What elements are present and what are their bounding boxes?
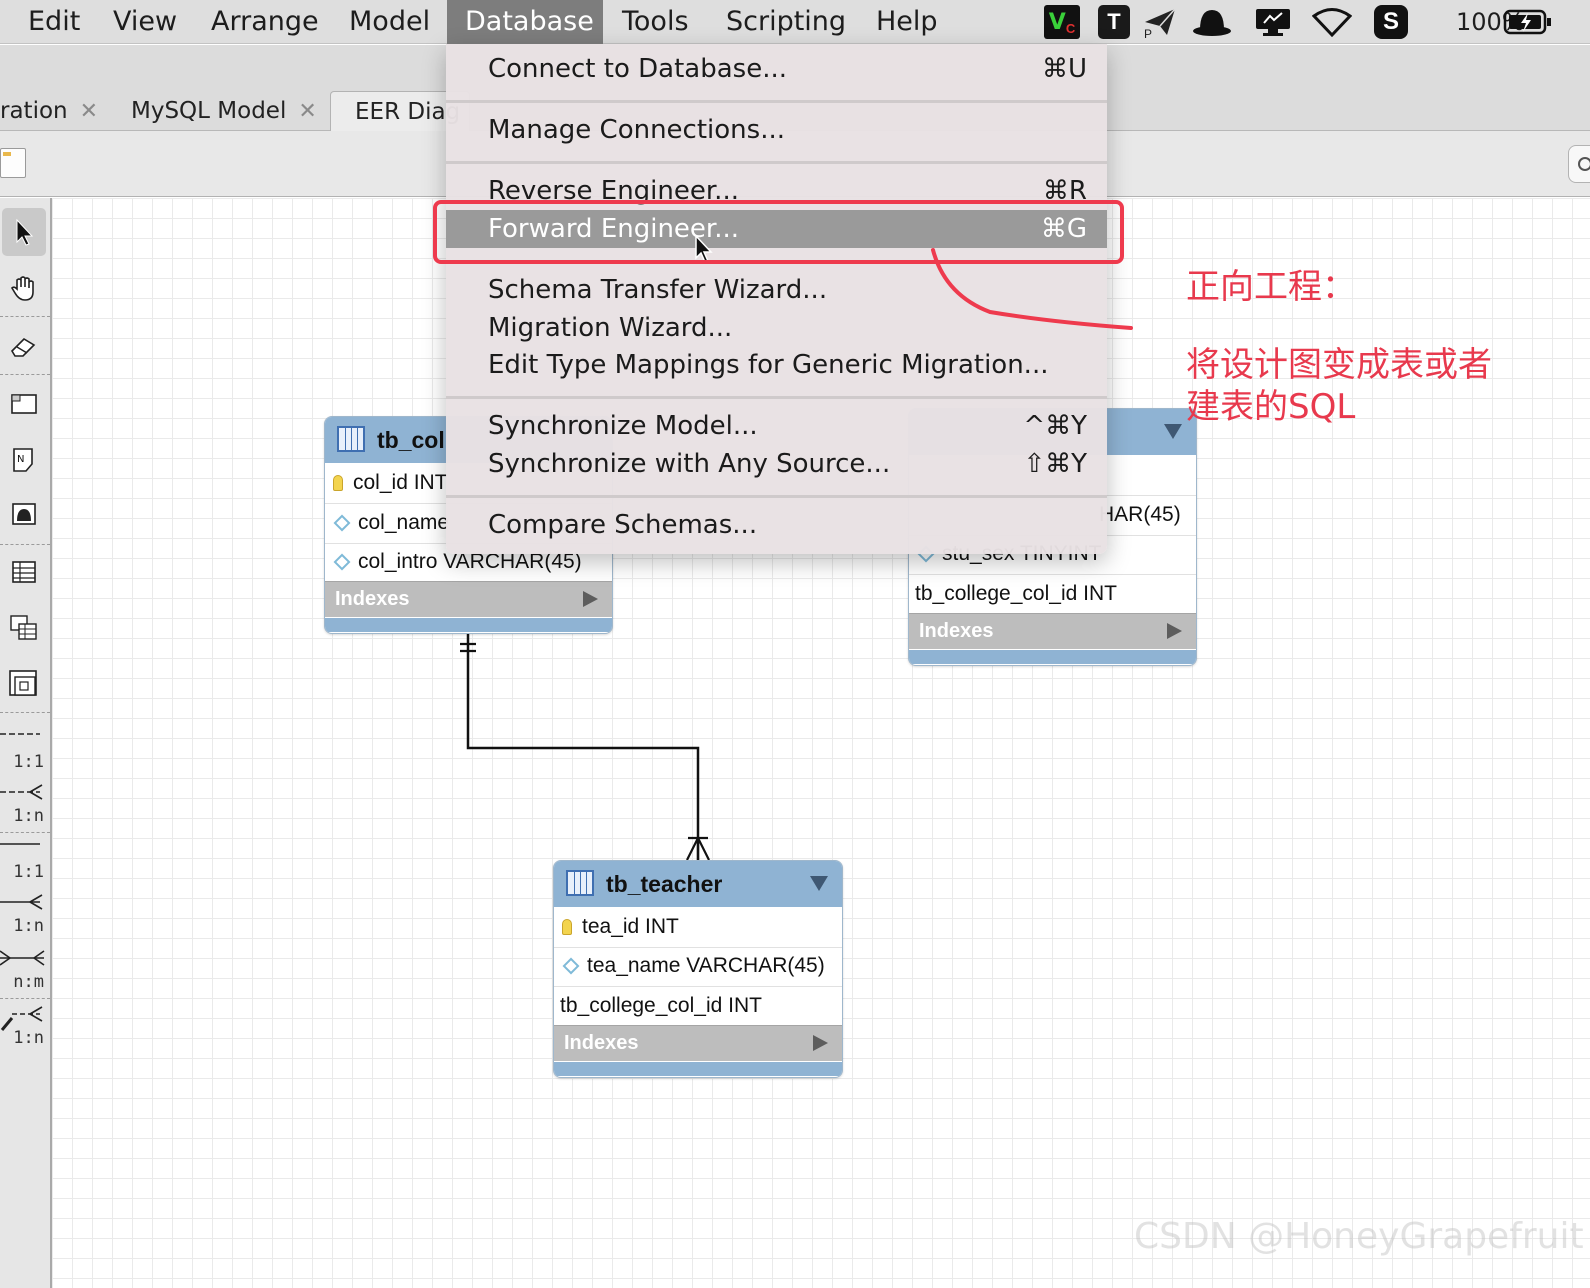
- annotation-pointer-line: [931, 248, 1133, 330]
- annotation-line-2: 建表的SQL: [1186, 387, 1356, 427]
- annotation-title: 正向工程：: [1186, 267, 1356, 307]
- annotation-line-1: 将设计图变成表或者: [1186, 345, 1492, 385]
- watermark-text: CSDN @HoneyGrapefruit: [1134, 1216, 1584, 1257]
